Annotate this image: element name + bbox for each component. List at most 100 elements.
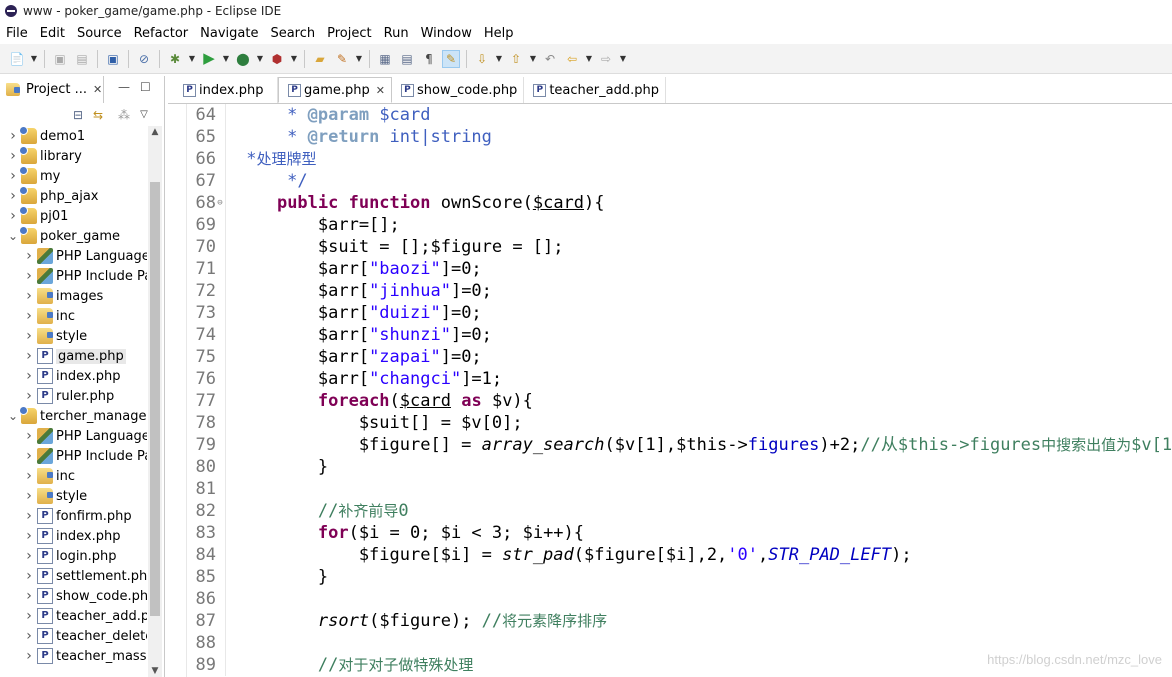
collapsed-arrow-icon[interactable]: › (24, 508, 34, 524)
code-line[interactable]: 79 $figure[] = array_search($v[1],$this-… (186, 434, 1172, 456)
code-line[interactable]: 83 for($i = 0; $i < 3; $i++){ (186, 522, 1172, 544)
code-line[interactable]: 64 * @param $card (186, 104, 1172, 126)
collapsed-arrow-icon[interactable]: › (8, 208, 18, 224)
save-icon[interactable]: ▣ (51, 50, 69, 68)
filters-icon[interactable]: ⁂ (116, 107, 132, 123)
tree-item[interactable]: › PHP Include Pa (0, 266, 147, 286)
wrench-icon[interactable]: ✎ (333, 50, 351, 68)
tree-item[interactable]: › images (0, 286, 147, 306)
menu-refactor[interactable]: Refactor (128, 26, 195, 41)
expanded-arrow-icon[interactable]: ⌄ (8, 229, 18, 243)
code-line[interactable]: 69 $arr=[]; (186, 214, 1172, 236)
tree-item[interactable]: › PHP Language (0, 426, 147, 446)
tree-item[interactable]: › my (0, 166, 147, 186)
external-tools-icon[interactable]: ⬢ (268, 50, 286, 68)
tree-item[interactable]: ⌄ tercher_managem (0, 406, 147, 426)
debug-icon[interactable]: ✱ (166, 50, 184, 68)
tree-item[interactable]: › PHP Include Pa (0, 446, 147, 466)
menu-file[interactable]: File (0, 26, 34, 41)
tree-item[interactable]: › Pruler.php (0, 386, 147, 406)
editor-tab[interactable]: Pgame.php ✕ (278, 77, 392, 103)
code-line[interactable]: 86 (186, 588, 1172, 610)
view-menu-icon[interactable]: ▽ (136, 107, 152, 123)
prev-annotation-icon[interactable]: ⇧ (507, 50, 525, 68)
menu-project[interactable]: Project (321, 26, 377, 41)
code-area[interactable]: 64 * @param $card 65 * @return int|string… (186, 104, 1172, 677)
project-tree-scrollbar[interactable]: ▲ ▼ (148, 126, 162, 677)
tree-item[interactable]: › Pshow_code.php (0, 586, 147, 606)
show-whitespace-icon[interactable]: ¶ (420, 50, 438, 68)
code-line[interactable]: 65 * @return int|string (186, 126, 1172, 148)
tree-item[interactable]: › style (0, 326, 147, 346)
last-edit-icon[interactable]: ↶ (541, 50, 559, 68)
collapsed-arrow-icon[interactable]: › (24, 388, 34, 404)
code-line[interactable]: 68 ⊖ public function ownScore($card){ (186, 192, 1172, 214)
collapsed-arrow-icon[interactable]: › (24, 528, 34, 544)
editor-tab[interactable]: Pteacher_add.php (524, 77, 666, 103)
tree-item[interactable]: › Plogin.php (0, 546, 147, 566)
close-icon[interactable]: ✕ (376, 84, 385, 97)
tree-item[interactable]: › inc (0, 466, 147, 486)
collapsed-arrow-icon[interactable]: › (24, 588, 34, 604)
fold-toggle-icon[interactable]: ⊖ (216, 192, 224, 214)
task-icon[interactable]: ▤ (398, 50, 416, 68)
menu-search[interactable]: Search (264, 26, 321, 41)
wrench-dropdown-icon[interactable]: ▼ (355, 50, 363, 68)
code-line[interactable]: 72 $arr["jinhua"]=0; (186, 280, 1172, 302)
collapsed-arrow-icon[interactable]: › (24, 348, 34, 364)
tree-item[interactable]: › Pindex.php (0, 526, 147, 546)
new-icon[interactable]: 📄 (8, 50, 26, 68)
editor-tab[interactable]: Pindex.php (174, 77, 278, 103)
code-line[interactable]: 73 $arr["duizi"]=0; (186, 302, 1172, 324)
prev-annotation-dropdown-icon[interactable]: ▼ (529, 50, 537, 68)
code-line[interactable]: 77 foreach($card as $v){ (186, 390, 1172, 412)
collapsed-arrow-icon[interactable]: › (8, 128, 18, 144)
tree-item[interactable]: › demo1 (0, 126, 147, 146)
open-folder-icon[interactable]: ▰ (311, 50, 329, 68)
tree-item[interactable]: › style (0, 486, 147, 506)
code-line[interactable]: 88 (186, 632, 1172, 654)
collapsed-arrow-icon[interactable]: › (24, 308, 34, 324)
debug-dropdown-icon[interactable]: ▼ (188, 50, 196, 68)
tree-item[interactable]: › Psettlement.php (0, 566, 147, 586)
menu-edit[interactable]: Edit (34, 26, 71, 41)
menu-source[interactable]: Source (71, 26, 128, 41)
code-line[interactable]: 81 (186, 478, 1172, 500)
close-icon[interactable]: ✕ (93, 83, 102, 96)
external-tools-dropdown-icon[interactable]: ▼ (290, 50, 298, 68)
code-line[interactable]: 85 } (186, 566, 1172, 588)
menu-window[interactable]: Window (415, 26, 478, 41)
tree-item[interactable]: › library (0, 146, 147, 166)
code-line[interactable]: 80 } (186, 456, 1172, 478)
collapsed-arrow-icon[interactable]: › (24, 648, 34, 664)
collapsed-arrow-icon[interactable]: › (24, 248, 34, 264)
expanded-arrow-icon[interactable]: ⌄ (8, 409, 18, 423)
menu-run[interactable]: Run (378, 26, 415, 41)
run-icon[interactable]: ▶ (200, 50, 218, 68)
new-dropdown-icon[interactable]: ▼ (30, 50, 38, 68)
coverage-dropdown-icon[interactable]: ▼ (256, 50, 264, 68)
tree-item[interactable]: › inc (0, 306, 147, 326)
collapsed-arrow-icon[interactable]: › (24, 548, 34, 564)
mark-occurrences-icon[interactable]: ✎ (442, 49, 460, 68)
tree-item[interactable]: › PHP Language (0, 246, 147, 266)
next-annotation-dropdown-icon[interactable]: ▼ (495, 50, 503, 68)
collapsed-arrow-icon[interactable]: › (24, 428, 34, 444)
coverage-icon[interactable]: ⬤ (234, 50, 252, 68)
tree-item[interactable]: ›Pteacher_delete. (0, 626, 147, 646)
minimize-icon[interactable]: — (118, 80, 130, 94)
next-annotation-icon[interactable]: ⇩ (473, 50, 491, 68)
collapsed-arrow-icon[interactable]: › (24, 328, 34, 344)
collapsed-arrow-icon[interactable]: › (24, 568, 34, 584)
code-line[interactable]: 74 $arr["shunzi"]=0; (186, 324, 1172, 346)
tree-item[interactable]: ⌄ poker_game (0, 226, 147, 246)
code-line[interactable]: 82 //补齐前导0 (186, 500, 1172, 522)
tree-item[interactable]: › pj01 (0, 206, 147, 226)
run-dropdown-icon[interactable]: ▼ (222, 50, 230, 68)
code-line[interactable]: 71 $arr["baozi"]=0; (186, 258, 1172, 280)
menu-help[interactable]: Help (478, 26, 520, 41)
code-line[interactable]: 84 $figure[$i] = str_pad($figure[$i],2,'… (186, 544, 1172, 566)
code-line[interactable]: 76 $arr["changci"]=1; (186, 368, 1172, 390)
code-line[interactable]: 70 $suit = [];$figure = []; (186, 236, 1172, 258)
skip-breakpoints-icon[interactable]: ⊘ (135, 50, 153, 68)
